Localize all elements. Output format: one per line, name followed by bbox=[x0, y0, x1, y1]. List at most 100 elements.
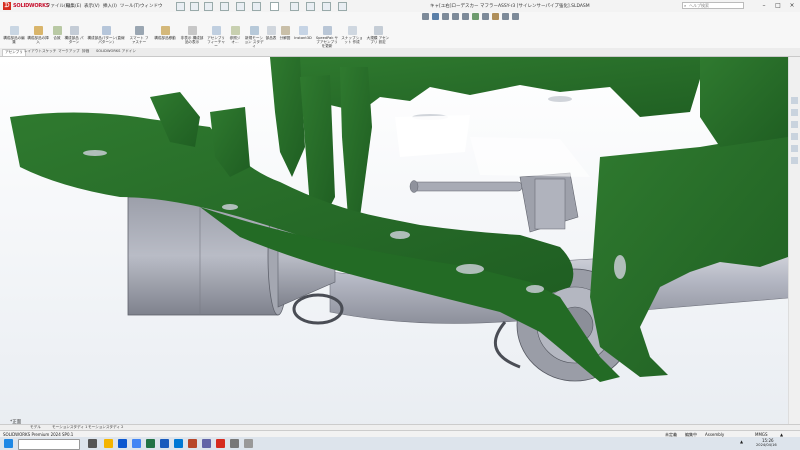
move-component-button[interactable]: 構成部品移動 bbox=[152, 26, 178, 40]
menu-tools[interactable]: ツール(T) bbox=[120, 3, 140, 9]
large-assembly-settings-button[interactable]: 大規模 アセンブリ 設定 bbox=[366, 26, 390, 44]
edit-component-button[interactable]: 構成部品の編集 bbox=[3, 26, 25, 44]
menu-window[interactable]: ウィンドウ bbox=[140, 3, 163, 9]
chrome-icon[interactable] bbox=[132, 439, 141, 448]
mate-label: 合致 bbox=[53, 36, 61, 40]
excel-icon[interactable] bbox=[146, 439, 155, 448]
assembly-feature-icon bbox=[211, 26, 221, 35]
insert-component-button[interactable]: 構成部品の挿入 bbox=[26, 26, 50, 44]
help-search-input[interactable]: ヘルプ検索 bbox=[682, 2, 744, 9]
exploded-view-icon bbox=[280, 26, 290, 35]
mesh-gaps bbox=[395, 115, 590, 177]
component-pattern-icon bbox=[69, 26, 79, 35]
new-motion-study-button[interactable]: 新規モーション スタディ bbox=[244, 26, 264, 48]
move-component-label: 構成部品移動 bbox=[154, 36, 176, 40]
show-hidden-icon bbox=[187, 26, 197, 35]
section-view-icon[interactable] bbox=[452, 13, 459, 20]
word-icon[interactable] bbox=[160, 439, 169, 448]
solidworks-logo[interactable]: ᗪ SOLIDWORKS bbox=[3, 2, 49, 10]
network-icon[interactable]: ▲ bbox=[740, 439, 743, 444]
start-icon[interactable] bbox=[4, 439, 13, 448]
snapshot-button[interactable]: スナップショット 作成 bbox=[340, 26, 364, 44]
new-document-icon[interactable] bbox=[190, 2, 199, 11]
graphics-area[interactable]: *正面 bbox=[0, 57, 788, 429]
large-assembly-label: 大規模 アセンブリ 設定 bbox=[366, 36, 390, 44]
assembly-feature-button[interactable]: アセンブリ フィーチャー bbox=[206, 26, 226, 48]
view-heads-up-toolbar bbox=[420, 12, 790, 24]
resources-icon[interactable] bbox=[791, 97, 798, 104]
file-explorer-icon[interactable] bbox=[791, 121, 798, 128]
exploded-view-label: 分解図 bbox=[279, 36, 291, 40]
appearances-icon[interactable] bbox=[791, 145, 798, 152]
reference-geometry-icon bbox=[230, 26, 240, 35]
select-icon[interactable] bbox=[270, 2, 279, 11]
print-icon[interactable] bbox=[236, 2, 245, 11]
close-button[interactable]: × bbox=[786, 1, 798, 10]
bom-label: 部品表 bbox=[265, 36, 277, 40]
menu-insert[interactable]: 挿入(I) bbox=[103, 3, 117, 9]
zoom-to-fit-icon[interactable] bbox=[422, 13, 429, 20]
insert-component-label: 構成部品の挿入 bbox=[27, 36, 49, 44]
powerpoint-icon[interactable] bbox=[188, 439, 197, 448]
assembly-feature-label: アセンブリ フィーチャー bbox=[207, 36, 225, 48]
previous-view-icon[interactable] bbox=[442, 13, 449, 20]
rebuild-icon[interactable] bbox=[290, 2, 299, 11]
maximize-button[interactable]: □ bbox=[772, 1, 784, 10]
view-orientation-icon[interactable] bbox=[462, 13, 469, 20]
component-pattern-button[interactable]: 構成部品 パターン bbox=[64, 26, 84, 44]
bom-icon bbox=[266, 26, 276, 35]
instant3d-button[interactable]: Instant3D bbox=[293, 26, 313, 40]
tab-solidworks-addins[interactable]: SOLIDWORKS アドイン bbox=[94, 49, 138, 54]
motion-study-icon bbox=[249, 26, 259, 35]
display-style-icon[interactable] bbox=[472, 13, 479, 20]
task-view-icon[interactable] bbox=[88, 439, 97, 448]
menu-edit[interactable]: 編集(E) bbox=[66, 3, 81, 9]
view-palette-icon[interactable] bbox=[791, 133, 798, 140]
custom-properties-icon[interactable] bbox=[791, 157, 798, 164]
view-toolbar-icons bbox=[422, 13, 519, 20]
menu-view[interactable]: 表示(V) bbox=[84, 3, 100, 9]
mate-button[interactable]: 合致 bbox=[51, 26, 63, 40]
clock-date[interactable]: 2024/04/16 bbox=[756, 443, 777, 447]
customize-icon[interactable] bbox=[338, 2, 347, 11]
file-properties-icon[interactable] bbox=[306, 2, 315, 11]
app-taskbar-icon[interactable] bbox=[230, 439, 239, 448]
edit-component-label: 構成部品の編集 bbox=[3, 36, 25, 44]
minimize-button[interactable]: – bbox=[758, 1, 770, 10]
app2-taskbar-icon[interactable] bbox=[244, 439, 253, 448]
windows-taskbar: ▲ 15:26 2024/04/16 bbox=[0, 437, 800, 450]
design-library-icon[interactable] bbox=[791, 109, 798, 116]
exploded-view-button[interactable]: 分解図 bbox=[278, 26, 292, 40]
file-explorer-taskbar-icon[interactable] bbox=[104, 439, 113, 448]
taskbar-search-box[interactable] bbox=[18, 439, 80, 450]
apply-scene-icon[interactable] bbox=[502, 13, 509, 20]
edit-appearance-icon[interactable] bbox=[492, 13, 499, 20]
home-icon[interactable] bbox=[176, 2, 185, 11]
edge-icon[interactable] bbox=[118, 439, 127, 448]
linear-pattern-button[interactable]: 構成部品パターン(直線パターン) bbox=[86, 26, 126, 44]
open-icon[interactable] bbox=[204, 2, 213, 11]
smart-fastener-button[interactable]: スマート ファスナー bbox=[128, 26, 150, 44]
undo-icon[interactable] bbox=[252, 2, 261, 11]
instant3d-icon bbox=[298, 26, 308, 35]
solidworks-taskbar-icon[interactable] bbox=[216, 439, 225, 448]
insert-component-icon bbox=[33, 26, 43, 35]
reference-geometry-button[interactable]: 参照ジオ… bbox=[227, 26, 243, 44]
speedpak-button[interactable]: SpeedPak サブアセンブリ を更新 bbox=[315, 26, 339, 48]
bom-button[interactable]: 部品表 bbox=[264, 26, 278, 40]
snapshot-icon bbox=[347, 26, 357, 35]
show-hidden-button[interactable]: 非表示 構成部品の表示 bbox=[180, 26, 204, 44]
zoom-area-icon[interactable] bbox=[432, 13, 439, 20]
mate-icon bbox=[52, 26, 62, 35]
outlook-icon[interactable] bbox=[174, 439, 183, 448]
hide-show-items-icon[interactable] bbox=[482, 13, 489, 20]
teams-icon[interactable] bbox=[202, 439, 211, 448]
tab-markup[interactable]: マークアップ bbox=[56, 49, 82, 54]
view-settings-icon[interactable] bbox=[512, 13, 519, 20]
options-gear-icon[interactable] bbox=[322, 2, 331, 11]
new-motion-study-label: 新規モーション スタディ bbox=[244, 36, 264, 48]
save-icon[interactable] bbox=[220, 2, 229, 11]
linear-pattern-icon bbox=[101, 26, 111, 35]
tab-evaluate[interactable]: 評価 bbox=[80, 49, 91, 54]
document-title: キャ[ユ右]ローデスカー マフラーASSY-r3 [サイレンサーパイプ強化].S… bbox=[430, 4, 590, 9]
